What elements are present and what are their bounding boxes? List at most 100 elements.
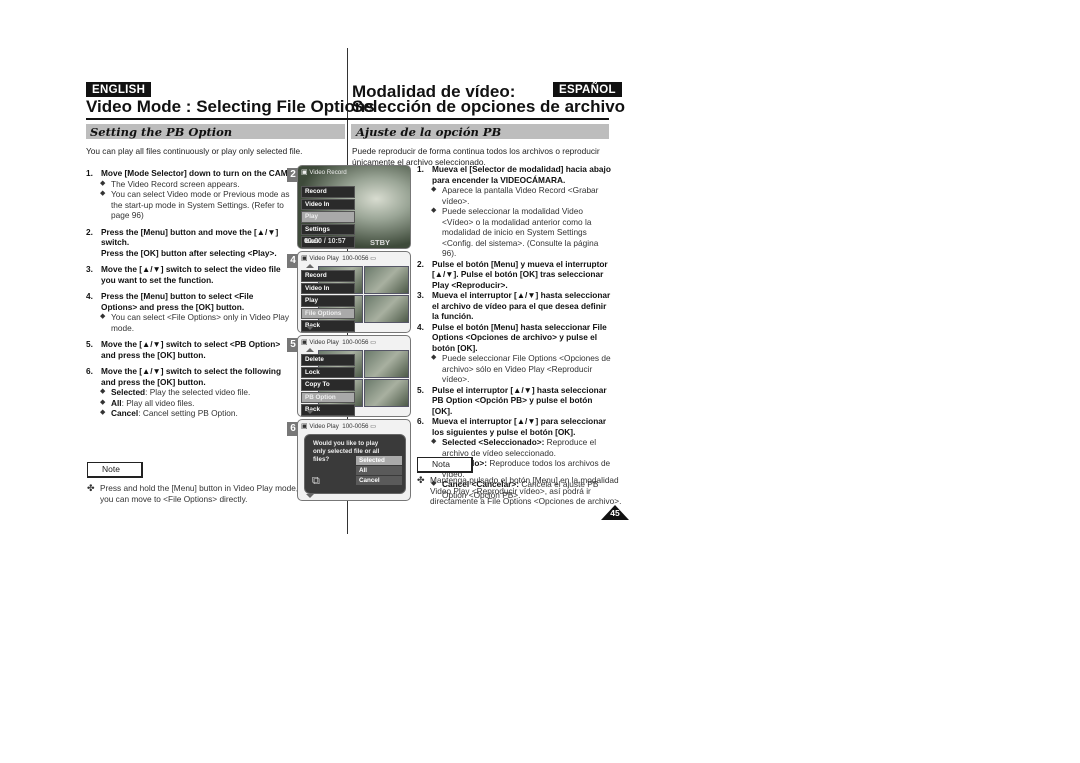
option-selected[interactable]: Selected (356, 456, 402, 465)
option-cancel[interactable]: Cancel (356, 476, 402, 485)
diamond-bullet-icon: ◆ (100, 409, 106, 416)
step-number: 1. (86, 168, 93, 178)
file-number: 100-0056 (342, 255, 369, 262)
thumbnail[interactable] (364, 266, 409, 294)
screen-header: ▣ Video Record (301, 168, 347, 176)
bullet-text: You can select <File Options> only in Vi… (111, 312, 290, 333)
bullet-text: : Play the selected video file. (145, 387, 251, 397)
copy-files-icon: ⧉ (312, 475, 320, 487)
diamond-bullet-icon: ◆ (431, 354, 437, 361)
page-number: 45 (610, 508, 620, 518)
spanish-step-2: 2. Pulse el botón [Menu] y mueva el inte… (417, 259, 612, 291)
menu-item-delete[interactable]: Delete (301, 354, 355, 366)
screen-header: ▣ Video Play 100-0056 ▭ (301, 338, 376, 346)
timecode: 00:00 / 10:57 (304, 238, 346, 245)
scroll-down-icon[interactable] (306, 410, 314, 414)
thumbnail[interactable] (364, 295, 409, 323)
camera-icon: ▣ (301, 169, 308, 176)
dialog-options: Selected All Cancel (356, 456, 402, 486)
step-number: 2. (417, 258, 424, 269)
english-step-3: 3. Move the [▲/▼] switch to select the v… (86, 264, 291, 285)
bullet-text: Puede seleccionar File Options <Opciones… (442, 353, 611, 384)
scroll-up-icon[interactable] (306, 348, 314, 352)
spanish-note-label: Nota (417, 457, 473, 473)
menu-item-record[interactable]: Record (301, 186, 355, 198)
screen-file-options-menu: ▣ Video Play 100-0056 ▭ Delete Lock Copy… (297, 335, 411, 417)
menu-item-file-options[interactable]: File Options (301, 307, 355, 319)
thumbnail[interactable] (364, 379, 409, 407)
spanish-steps: 1. Mueva el [Selector de modalidad] haci… (417, 164, 612, 500)
step-text: Press the [Menu] button to select <File … (101, 291, 254, 312)
diamond-bullet-icon: ◆ (100, 190, 106, 197)
step-text: Move the [▲/▼] switch to select the vide… (101, 264, 281, 285)
english-step-1-bullet-2: ◆ You can select Video mode or Previous m… (86, 189, 291, 221)
note-text: Press and hold the [Menu] button in Vide… (100, 483, 299, 504)
menu-item-lock[interactable]: Lock (301, 366, 355, 378)
bullet-text: : Cancel setting PB Option. (138, 408, 238, 418)
step-text: Pulse el botón [Menu] hasta seleccionar … (432, 321, 607, 353)
spanish-step-5: 5. Pulse el interruptor [▲/▼] hasta sele… (417, 385, 612, 417)
step-text: Press the [Menu] button and move the [▲/… (101, 226, 279, 248)
english-steps: 1. Move [Mode Selector] down to turn on … (86, 168, 291, 419)
english-step-4: 4. Press the [Menu] button to select <Fi… (86, 291, 291, 312)
battery-icon: ▭ (370, 255, 377, 262)
screen-menu: Delete Lock Copy To PB Option Back (301, 354, 355, 416)
diamond-bullet-icon: ◆ (100, 313, 106, 320)
spanish-note: ✤ Mantenga pulsado el botón [Menu] en la… (417, 475, 623, 507)
step-number: 5. (417, 384, 424, 395)
note-symbol-icon: ✤ (417, 475, 425, 485)
diamond-bullet-icon: ◆ (100, 179, 106, 187)
spanish-title-line2: Selección de opciones de archivo (352, 97, 626, 116)
spanish-step-1-bullet-1: ◆ Aparece la pantalla Video Record <Graba… (417, 185, 612, 206)
bullet-term: Selected <Seleccionado>: (442, 437, 545, 447)
step-number: 6. (86, 366, 93, 376)
spanish-step-4-bullet-1: ◆ Puede seleccionar File Options <Opcione… (417, 353, 612, 385)
step-text: Mueva el interruptor [▲/▼] para seleccio… (432, 416, 607, 437)
english-step-1-bullet-1: ◆ The Video Record screen appears. (86, 179, 291, 190)
spanish-language-badge: ESPAÑOL (553, 82, 622, 97)
step-text: Move [Mode Selector] down to turn on the… (101, 168, 290, 178)
step-text: Pulse el interruptor [▲/▼] hasta selecci… (432, 384, 607, 416)
english-step-1: 1. Move [Mode Selector] down to turn on … (86, 168, 291, 179)
diamond-bullet-icon: ◆ (431, 438, 437, 445)
scroll-up-icon[interactable] (306, 264, 314, 268)
screen-header: ▣ Video Play 100-0056 ▭ (301, 254, 376, 262)
menu-item-play[interactable]: Play (301, 295, 355, 307)
step-number: 3. (86, 264, 93, 274)
step-number: 1. (417, 164, 424, 174)
note-text: Mantenga pulsado el botón [Menu] en la m… (430, 475, 622, 506)
bullet-text: The Video Record screen appears. (111, 178, 240, 189)
english-step-6: 6. Move the [▲/▼] switch to select the f… (86, 366, 291, 387)
standby-status: STBY (370, 238, 391, 247)
english-step-6-bullet-selected: ◆ Selected: Play the selected video file. (86, 387, 291, 398)
screen-video-record: ▣ Video Record Record Video In Play Sett… (297, 165, 411, 249)
spanish-step-1: 1. Mueva el [Selector de modalidad] haci… (417, 164, 612, 185)
menu-item-copy-to[interactable]: Copy To (301, 379, 355, 391)
scroll-down-icon[interactable] (306, 494, 314, 498)
menu-item-settings[interactable]: Settings (301, 223, 355, 235)
english-language-badge: ENGLISH (86, 82, 152, 97)
diamond-bullet-icon: ◆ (431, 186, 437, 193)
scroll-down-icon[interactable] (306, 326, 314, 330)
menu-item-record[interactable]: Record (301, 270, 355, 282)
battery-icon: ▭ (370, 423, 377, 430)
menu-item-video-in[interactable]: Video In (301, 282, 355, 294)
thumbnail[interactable] (364, 350, 409, 378)
screen-pb-option-dialog: ▣ Video Play 100-0056 ▭ Would you like t… (297, 419, 411, 501)
english-step-6-bullet-all: ◆ All: Play all video files. (86, 398, 291, 409)
step-text: Mueva el [Selector de modalidad] hacia a… (432, 164, 611, 185)
step-text: Move the [▲/▼] switch to select the foll… (101, 366, 282, 387)
menu-item-play[interactable]: Play (301, 211, 355, 223)
step-number: 5. (86, 339, 93, 349)
screen-mode-label: Video Play (309, 423, 339, 430)
battery-icon: ▭ (370, 339, 377, 346)
english-step-2: 2. Press the [Menu] button and move the … (86, 227, 291, 259)
english-intro: You can play all files continuously or p… (86, 146, 303, 156)
diamond-bullet-icon: ◆ (431, 207, 437, 214)
english-step-4-bullet-1: ◆ You can select <File Options> only in V… (86, 312, 291, 333)
menu-item-video-in[interactable]: Video In (301, 198, 355, 210)
bullet-term: Cancel (111, 408, 139, 418)
menu-item-pb-option[interactable]: PB Option (301, 391, 355, 403)
option-all[interactable]: All (356, 466, 402, 475)
note-symbol-icon: ✤ (87, 483, 95, 493)
